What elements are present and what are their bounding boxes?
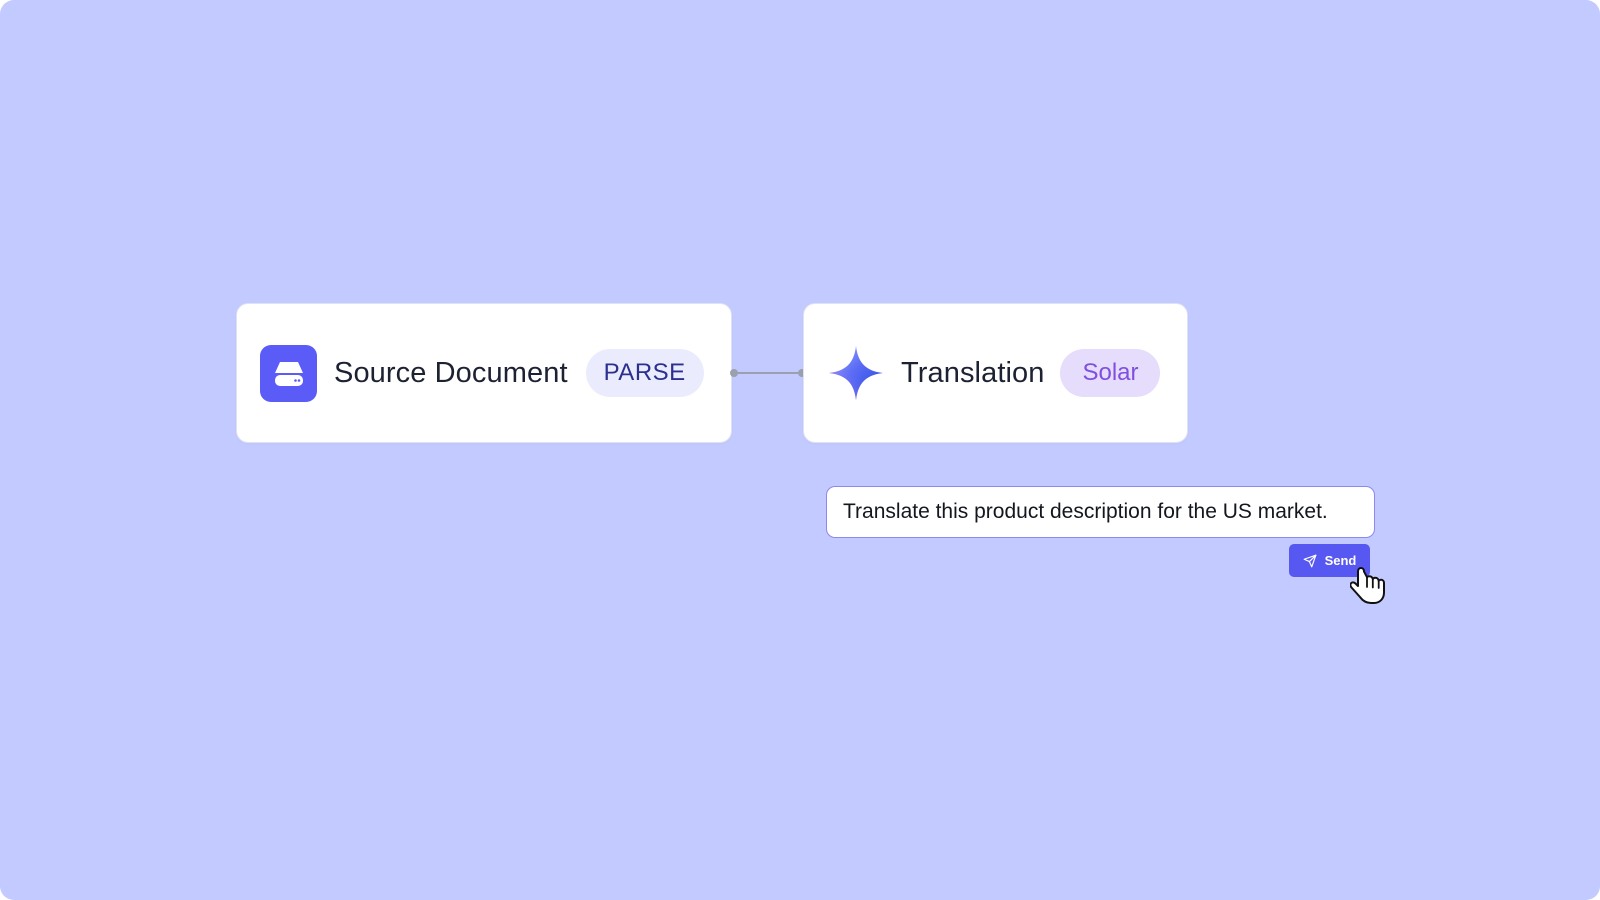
sparkle-icon (826, 343, 886, 403)
document-drive-icon (260, 344, 317, 402)
workflow-canvas: Source Document PARSE Translation Solar … (0, 0, 1600, 900)
solar-badge: Solar (1060, 349, 1161, 397)
translation-node[interactable]: Translation Solar (803, 303, 1188, 443)
translation-title: Translation (901, 356, 1045, 389)
send-icon (1303, 554, 1317, 567)
hand-pointer-cursor-icon (1350, 567, 1385, 604)
prompt-input[interactable]: Translate this product description for t… (826, 486, 1375, 538)
prompt-text: Translate this product description for t… (843, 500, 1328, 523)
parse-badge: PARSE (585, 349, 704, 397)
node-connector (730, 369, 806, 377)
source-document-node[interactable]: Source Document PARSE (236, 303, 732, 443)
connector-start-handle (730, 369, 738, 377)
source-document-title: Source Document (334, 356, 568, 389)
